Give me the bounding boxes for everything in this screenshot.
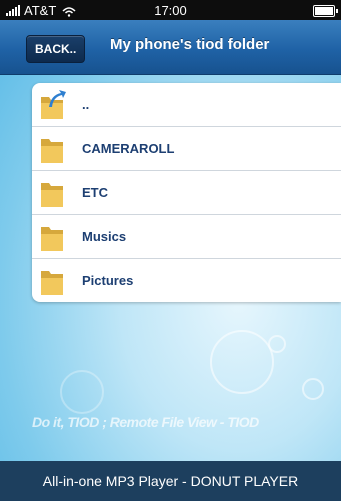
decorative-bubble [60, 370, 104, 414]
decorative-bubble [302, 378, 324, 400]
folder-icon [37, 221, 67, 253]
navigation-bar: BACK.. My phone's tiod folder [0, 20, 341, 75]
carrier-label: AT&T [24, 2, 57, 18]
list-item-musics[interactable]: Musics [32, 215, 341, 259]
folder-icon [37, 133, 67, 165]
folder-label: CAMERAROLL [82, 141, 175, 156]
back-button[interactable]: BACK.. [26, 35, 86, 63]
list-item-etc[interactable]: ETC [32, 171, 341, 215]
folder-label: Musics [82, 229, 127, 244]
watermark-text: Do it, TIOD ; Remote File View - TIOD [32, 414, 259, 430]
wifi-icon [62, 5, 76, 17]
screen: AT&T 17:00 BACK.. My phone's tiod folder… [0, 0, 341, 501]
battery-icon [313, 5, 338, 17]
folder-label: ETC [82, 185, 108, 200]
page-title: My phone's tiod folder [110, 36, 270, 53]
list-item-pictures[interactable]: Pictures [32, 259, 341, 302]
folder-label: Pictures [82, 273, 134, 288]
folder-up-icon [37, 89, 67, 121]
ad-banner[interactable]: All-in-one MP3 Player - DONUT PLAYER [0, 461, 341, 501]
folder-label: .. [82, 97, 90, 112]
signal-strength-icon [6, 4, 20, 16]
decorative-bubble [210, 330, 274, 394]
status-bar: AT&T 17:00 [0, 0, 341, 20]
folder-list: .. CAMERAROLL ETC Musics Pictures [32, 83, 341, 302]
folder-icon [37, 177, 67, 209]
list-item-parent-folder[interactable]: .. [32, 83, 341, 127]
decorative-bubble [268, 335, 286, 353]
list-item-cameraroll[interactable]: CAMERAROLL [32, 127, 341, 171]
folder-icon [37, 265, 67, 297]
